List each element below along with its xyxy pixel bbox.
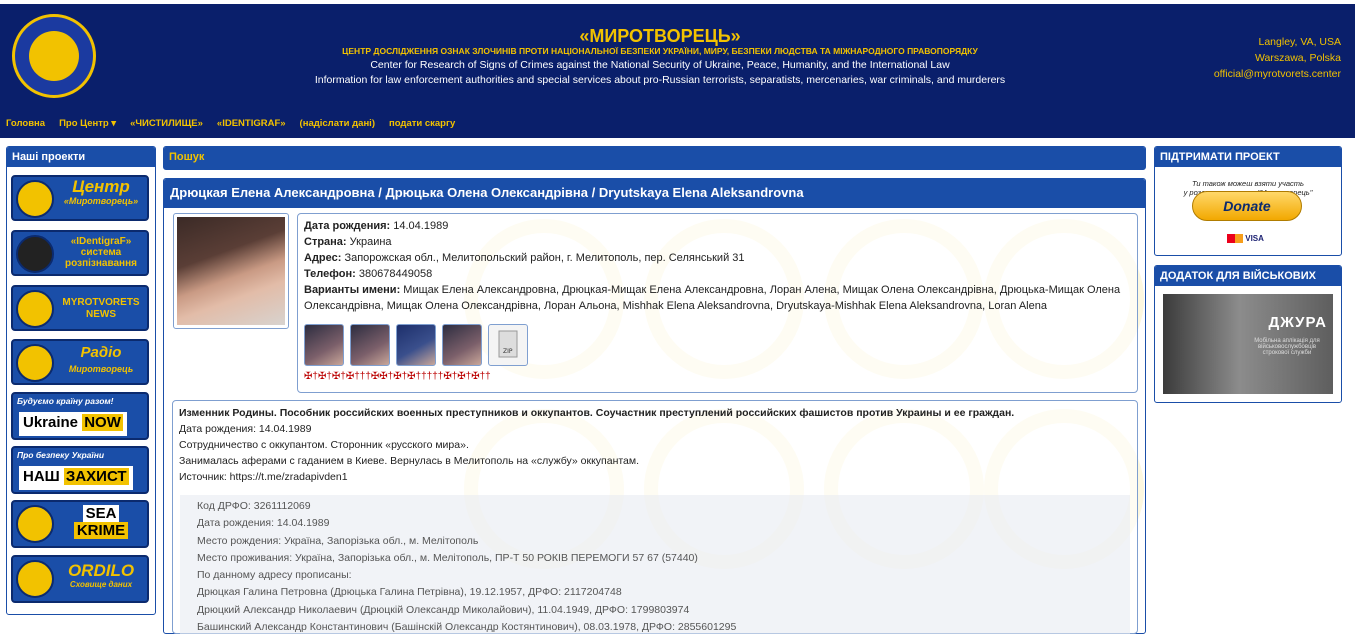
target-icon: [16, 235, 54, 273]
search-label[interactable]: Пошук: [164, 147, 1145, 169]
site-header: «МИРОТВОРЕЦЬ» ЦЕНТР ДОСЛІДЖЕННЯ ОЗНАК ЗЛ…: [0, 4, 1355, 138]
quote-line: Дрюцкая Галина Петровна (Дрюцька Галина …: [197, 586, 622, 599]
projects-sidebar: Наші проекти Центр «Миротворець» «IDenti…: [6, 146, 156, 615]
birth-field: Дата рождения: 14.04.1989: [304, 220, 449, 232]
nav-identigraf[interactable]: «IDENTIGRAF»: [217, 118, 286, 129]
nash-zakhyst-tagline: Про безпеку України: [17, 450, 105, 460]
gallery-thumb[interactable]: [304, 324, 344, 366]
nav-complaint[interactable]: подати скаргу: [389, 118, 455, 129]
nav-send-data[interactable]: (надіслати дані): [300, 118, 375, 129]
support-heading: ПІДТРИМАТИ ПРОЕКТ: [1155, 147, 1341, 167]
site-subtitle: ЦЕНТР ДОСЛІДЖЕННЯ ОЗНАК ЗЛОЧИНІВ ПРОТИ Н…: [342, 46, 978, 56]
profile-details-card: Дата рождения: 14.04.1989 Страна: Украин…: [297, 213, 1138, 393]
emblem-icon: [16, 180, 54, 218]
description-headline: Изменник Родины. Пособник российских вое…: [179, 407, 1015, 419]
sea-krime-sub: KRIME: [73, 522, 129, 539]
project-news-link[interactable]: MYROTVORETS NEWS: [11, 285, 149, 331]
military-app-heading: ДОДАТОК ДЛЯ ВІЙСЬКОВИХ: [1155, 266, 1341, 286]
phone-field: Телефон: 380678449058: [304, 268, 433, 280]
description-detail: Занималась аферами с гаданием в Киеве. В…: [179, 455, 640, 467]
location-poland: Warszawa, Polska: [1255, 52, 1341, 64]
gallery-thumb[interactable]: [396, 324, 436, 366]
support-panel: ПІДТРИМАТИ ПРОЕКТ Ти також можеш взяти у…: [1154, 146, 1342, 256]
site-description-info: Information for law enforcement authorit…: [314, 74, 1006, 86]
project-center-title: Центр: [72, 177, 130, 196]
project-radio-title: Радіо: [80, 344, 122, 361]
gallery-thumb[interactable]: [442, 324, 482, 366]
payment-cards: VISA: [1227, 234, 1287, 246]
description-source-link[interactable]: Источник: https://t.me/zradapivden1: [179, 469, 1131, 485]
contact-email-link[interactable]: official@myrotvorets.center: [1214, 66, 1341, 82]
site-title: «МИРОТВОРЕЦЬ»: [579, 26, 741, 46]
jura-app-description: Мобільна аплікація для військовослужбовц…: [1254, 338, 1320, 356]
ship-wheel-icon: [16, 505, 54, 543]
crosses-row: ✠†✠†✠†✠†††✠✠†✠†✠†††††✠†✠†✠††: [304, 371, 491, 382]
project-center-sub: «Миротворець»: [63, 196, 139, 206]
description-birth: Дата рождения: 14.04.1989: [179, 423, 312, 435]
site-description-en: Center for Research of Signs of Crimes a…: [370, 59, 950, 71]
ukraine-now-logo: Ukraine NOW: [19, 412, 127, 436]
sea-krime-title: SEA: [82, 505, 120, 522]
project-identigraf-title: «IDentigraF»: [70, 236, 132, 247]
nav-about[interactable]: Про Центр ▾: [59, 118, 116, 129]
cat-icon: [16, 560, 54, 598]
project-center-link[interactable]: Центр «Миротворець»: [11, 175, 149, 221]
quote-line: По данному адресу прописаны:: [197, 569, 352, 582]
portrait-image: [177, 217, 285, 325]
visa-label: VISA: [1245, 234, 1264, 243]
project-news-title: MYROTVORETS: [62, 297, 140, 308]
profile-photo[interactable]: [173, 213, 289, 329]
quote-line: Место проживания: Україна, Запорізька об…: [197, 551, 698, 564]
nash-zakhyst-logo: НАШ ЗАХИСТ: [19, 466, 133, 490]
jura-app-banner[interactable]: ДЖУРА Мобільна аплікація для військовосл…: [1163, 294, 1333, 394]
mastercard-icon: [1227, 234, 1243, 244]
emblem-icon: [16, 290, 54, 328]
address-field: Адрес: Запорожская обл., Мелитопольский …: [304, 252, 745, 264]
name-variants-field: Варианты имени: Мищак Елена Александровн…: [304, 284, 1121, 312]
location-usa: Langley, VA, USA: [1258, 36, 1342, 48]
project-identigraf-l2: система: [80, 247, 122, 258]
profile-title: Дрюцкая Елена Александровна / Дрюцька Ол…: [164, 179, 1145, 208]
ordilo-link[interactable]: ORDILO Сховище даних: [11, 555, 149, 603]
description-collab: Сотрудничество с оккупантом. Сторонник «…: [179, 439, 469, 451]
gallery-thumb[interactable]: [350, 324, 390, 366]
quote-line: Башинский Александр Константинович (Баші…: [197, 621, 737, 634]
ordilo-sub: Сховище даних: [69, 580, 133, 589]
country-field: Страна: Украина: [304, 236, 392, 248]
globe-icon: [29, 31, 79, 81]
ukraine-now-link[interactable]: Будуємо країну разом! Ukraine NOW: [11, 392, 149, 440]
header-contacts: Langley, VA, USA Warszawa, Polska offici…: [1214, 34, 1341, 82]
quote-line: Место рождения: Україна, Запорізька обл.…: [197, 534, 479, 547]
project-radio-sub: Миротворець: [68, 364, 134, 374]
ordilo-title: ORDILO: [67, 561, 135, 580]
registry-quote-block: Код ДРФО: 3261112069 Дата рождения: 14.0…: [180, 495, 1130, 634]
svg-text:ZIP: ZIP: [503, 348, 513, 355]
project-radio-link[interactable]: Радіо Миротворець: [11, 339, 149, 385]
radio-icon: [16, 344, 54, 382]
search-bar[interactable]: Пошук: [163, 146, 1146, 170]
donate-button[interactable]: Donate: [1192, 191, 1302, 221]
nav-purgatory[interactable]: «ЧИСТИЛИЩЕ»: [130, 118, 203, 129]
quote-line: Дрюцкий Александр Николаевич (Дрюцкій Ол…: [197, 603, 690, 616]
myrotvorets-logo[interactable]: [12, 14, 96, 98]
military-app-panel: ДОДАТОК ДЛЯ ВІЙСЬКОВИХ ДЖУРА Мобільна ап…: [1154, 265, 1342, 403]
gallery: ZIP: [304, 324, 1131, 366]
project-identigraf-link[interactable]: «IDentigraF» система розпізнавання: [11, 230, 149, 276]
sea-krime-link[interactable]: SEA KRIME: [11, 500, 149, 548]
ukraine-now-tagline: Будуємо країну разом!: [17, 396, 114, 406]
projects-heading: Наші проекти: [7, 147, 155, 167]
jura-app-name: ДЖУРА: [1268, 314, 1327, 331]
main-nav: Головна Про Центр ▾ «ЧИСТИЛИЩЕ» «IDENTIG…: [6, 118, 455, 129]
zip-archive-icon[interactable]: ZIP: [488, 324, 528, 366]
project-identigraf-l3: розпізнавання: [65, 258, 137, 269]
nav-home[interactable]: Головна: [6, 118, 45, 129]
project-news-sub: NEWS: [86, 309, 116, 320]
quote-line: Дата рождения: 14.04.1989: [197, 517, 330, 530]
quote-line: Код ДРФО: 3261112069: [197, 500, 311, 512]
nash-zakhyst-link[interactable]: Про безпеку України НАШ ЗАХИСТ: [11, 446, 149, 494]
